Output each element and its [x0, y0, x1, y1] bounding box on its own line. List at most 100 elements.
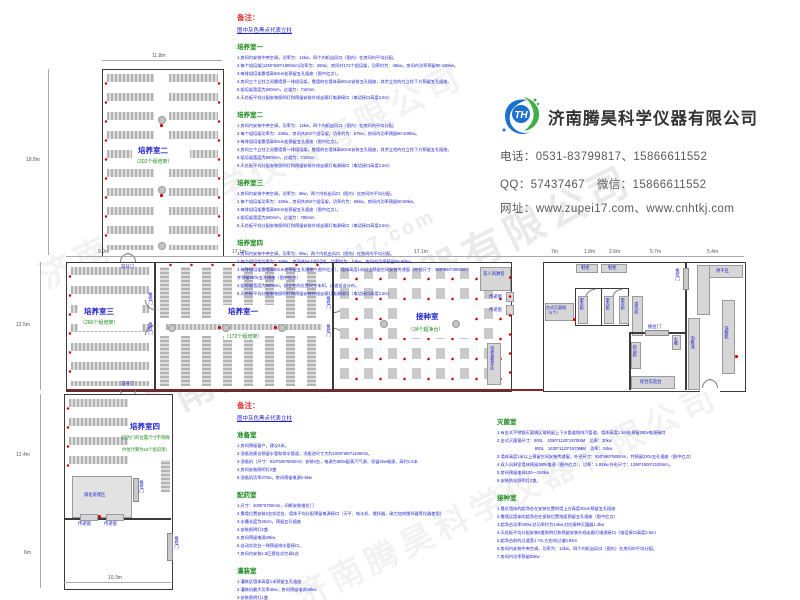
note-line: 1.房间内安装中央空调，功率为：12kw，四个内机出风口（图内）在房间内平均分配…	[237, 122, 495, 130]
note-line: 3.每排组培架靠墙高50cm处预留五孔插座（图中红点）。	[237, 70, 495, 78]
dimension-line	[40, 394, 41, 518]
room-sublabel: （260个组培架）	[80, 319, 118, 326]
note-line: 5.房间预留电源20kw	[237, 534, 495, 542]
note-line: 3.洗瓶机（尺寸：910*600*860mm）安装2台，电源为380v配蒸汽气源…	[237, 458, 495, 466]
room-sublabel: （202个组培架）	[134, 158, 172, 165]
note-line: 7.房间内功率预留50kw	[497, 553, 787, 561]
shoe-cabinet-label: 鞋柜	[581, 265, 590, 270]
section-title: 培养室三	[237, 177, 495, 187]
note-line: 3.安装照明灯1盏	[237, 594, 495, 600]
note-line: 2.台式灭菌锅尺寸：800L 2050*1120*1970MM 功率：30kw	[497, 437, 787, 445]
svg-text:TH: TH	[514, 110, 528, 121]
dimension-label: 11.8m	[152, 53, 166, 59]
section-title: 准备室	[237, 429, 495, 439]
dimension-label: 18.8m	[26, 157, 40, 163]
shelf-columns	[160, 336, 328, 386]
dimension-label: 1.8m	[584, 249, 595, 255]
sink-label: 水槽	[674, 337, 678, 345]
aisle-shelf	[166, 324, 322, 330]
socket-dots	[68, 267, 72, 386]
locker-label: 更衣柜	[621, 298, 625, 310]
room-label: 接种室	[416, 311, 439, 322]
notes-right: 灭菌室 1.有台式不锈钢灭菌锅区域预留上下水管道和排汽管道，墙体高度1.5m处预…	[497, 416, 787, 561]
room-right-section	[543, 262, 746, 392]
room-sublabel: （因为门的位置尺寸不明确	[118, 435, 170, 441]
socket-dots	[508, 268, 512, 386]
wall	[601, 288, 602, 325]
locker-label: 更衣柜	[580, 298, 584, 310]
shoe-cabinet-label: 鞋柜	[608, 265, 617, 270]
section-title: 培养室一	[237, 41, 495, 51]
shelf-columns	[161, 460, 170, 492]
note-line: 5.组培架宽度为500mm，过道为：710mm	[237, 154, 495, 162]
dimension-line	[40, 518, 41, 588]
room-sublabel: （34个超净台）	[408, 326, 444, 333]
room-sublabel: 约估计算为64个组培架）	[122, 447, 170, 453]
soak-pool-box	[688, 318, 700, 390]
note-line: 2.每个组培架功率为：260w，房间共64个组培架，功率约为：14kw，房间内功…	[237, 258, 495, 266]
autoclave-label: 台式灭菌锅（3个）	[546, 305, 571, 315]
column-dot	[158, 186, 166, 194]
note-line: 6.自动实验台一侧预留排水管接口。	[237, 542, 495, 550]
door-label: 双开门	[121, 264, 134, 269]
company-name: 济南腾昊科学仪器有限公司	[548, 105, 758, 129]
medicine-cabinet-label: 药品柜	[633, 345, 637, 357]
note-line: 6.安装防水照明灯2盏。	[497, 477, 787, 485]
note-line: 1.房间内安装中央空调，功率为：12kw，四个内机出风口（图内）在房间内平均分配…	[237, 54, 495, 62]
dimension-label: 5.7m	[650, 249, 661, 255]
door-label: 推拉门	[148, 322, 153, 335]
socket-dot	[735, 355, 738, 358]
note-line: 1.房间预留窗户，建议3米。	[237, 442, 495, 450]
washer-label: 清洗机	[634, 302, 638, 314]
door-label: 推拉门	[174, 536, 179, 549]
section-title: 配药室	[237, 489, 495, 499]
column-dot	[380, 320, 388, 328]
note-line: 并预留220v五孔插座（图中红点）	[237, 274, 495, 282]
column-dot	[158, 242, 166, 250]
dimension-label: 5.4m	[707, 249, 718, 255]
dimension-label: 12.5m	[16, 322, 30, 328]
note-line: 3.水槽长度为30cm，预留五孔插座	[237, 518, 495, 526]
note-line: 1.房间内安装中央空调，功率为：8kw，两个内机出风口（图内）在房间内平均分配。	[237, 190, 495, 198]
notes-title: 备注：	[237, 400, 495, 411]
notes-top: 备注： 图中灰色黑点代表立柱 培养室一 1.房间内安装中央空调，功率为：12kw…	[237, 12, 495, 298]
sliding-door	[167, 533, 173, 561]
drying-area-label: 烘干区	[716, 268, 729, 273]
company-phone: 电话：0531-83799817、15866611552	[500, 148, 707, 164]
company-logo: TH	[497, 94, 543, 140]
note-line: 3.墙体高度1米以上预留空间安装传递窗，外径尺寸：920*860*580mm，并…	[497, 453, 787, 461]
note-line: 4.房间三个立柱之间靠墙第一排组培架，靠墙的在墙体高50cm安装五孔插座，其余立…	[237, 78, 495, 86]
door-label: 推拉门	[148, 292, 153, 305]
section-title: 灭菌室	[497, 416, 787, 426]
section-title: 培养室二	[237, 109, 495, 119]
note-line: 2.每个组培架功率为：260w，房间共260个组培架，功率约为：68kw，房间内…	[237, 198, 495, 206]
column-dot	[158, 116, 166, 124]
socket-dots	[104, 74, 108, 250]
note-line: 2.每个组培架(1250*500*1800mm)功率为：260w，房间共172个…	[237, 62, 495, 70]
notes-title: 备注：	[237, 12, 495, 23]
acclimatization-label: 驯化处理区	[84, 492, 105, 497]
door-label: 推拉门	[648, 324, 661, 329]
column-dot	[452, 320, 460, 328]
door-label: 推拉门	[139, 480, 144, 493]
note-line: 3.每排组培架靠墙高50cm处预留五孔插座（图中红点），墙体高度1米以上预留空间…	[237, 266, 495, 274]
note-line: 600L 1630*1120*1970MM 功率：24kw	[497, 445, 787, 453]
note-line: 4.安装照明灯2盏	[237, 526, 495, 534]
wall	[66, 389, 543, 391]
note-line: 5.房间预留电源100—150kw	[497, 469, 787, 477]
lab-bench-label: 综合实验台	[640, 379, 661, 384]
column-dot	[168, 324, 176, 332]
wall	[575, 325, 629, 326]
note-line: 5.洗瓶机功率370w，房间预留电源2-5kw	[237, 474, 495, 482]
socket-dot	[218, 326, 221, 329]
media-storage-label: 培养基暂存区	[490, 346, 494, 370]
company-qq-wechat: QQ：57437467 微信：15866611552	[500, 176, 706, 192]
socket-dot	[274, 326, 277, 329]
note-line: 3.超净台功率400w,总功率约为14kw,对应接种灭菌器1.4kw	[497, 521, 787, 529]
note-line: 2.靠墙位置安装2台实验台，墙体平均分配预留电源接口（天平、纯水机、搅拌器，磁力…	[237, 510, 495, 518]
socket-dot	[160, 194, 163, 197]
note-line: 3.每排组培架靠墙高50cm处预留五孔插座（图中红点）。	[237, 138, 495, 146]
socket-dots	[66, 399, 70, 475]
pass-window-box	[106, 514, 124, 521]
dimension-label: 2.6m	[609, 249, 620, 255]
